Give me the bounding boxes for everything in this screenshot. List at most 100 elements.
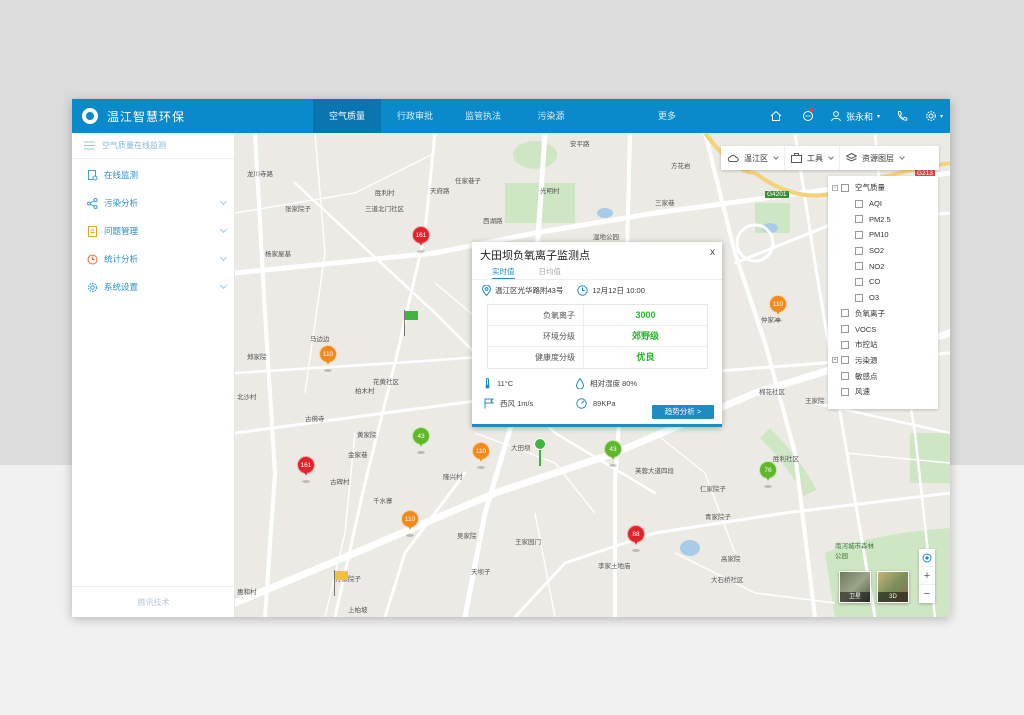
aqi-marker[interactable]: 110 [401, 510, 419, 538]
site-flag[interactable] [332, 570, 348, 598]
nav-pollution-source[interactable]: 污染源 [517, 99, 585, 133]
satellite-view-button[interactable]: 卫星 [839, 571, 871, 603]
layer-label: SO2 [869, 246, 885, 256]
map-label: 胜利村 [375, 190, 395, 197]
layer-item[interactable]: 市控站 [832, 337, 938, 353]
zoom-out-button[interactable]: − [919, 585, 935, 603]
layer-item[interactable]: 负氧离子 [832, 306, 938, 322]
layer-item[interactable]: 敏感点 [832, 368, 938, 384]
sidebar-item-pollution-analysis[interactable]: 污染分析 [72, 189, 234, 217]
sidebar-item-label: 统计分析 [104, 254, 139, 264]
site-flag[interactable] [402, 310, 418, 338]
sidebar: 空气质量在线监测 在线监测 污染分析 问题管理 统计分析 系统设置 腾讯技术 [72, 133, 235, 617]
layer-item[interactable]: + 污染源 [832, 353, 938, 369]
wind: 西风 1m/s [484, 398, 576, 409]
sidebar-header[interactable]: 空气质量在线监测 [72, 133, 234, 159]
district-select[interactable]: 温江区 [721, 146, 785, 170]
map-label: 千水寨 [373, 498, 393, 505]
map-label: 惠和村 [237, 589, 257, 596]
map-label: 棉花社区 [759, 389, 785, 396]
sidebar-item-issue-management[interactable]: 问题管理 [72, 217, 234, 245]
settings-button[interactable]: ▾ [918, 99, 950, 133]
checkbox[interactable] [855, 246, 863, 255]
layer-item[interactable]: 风速 [832, 384, 938, 400]
sidebar-header-label: 空气质量在线监测 [102, 141, 166, 150]
checkbox[interactable] [855, 199, 863, 208]
tab-daily-average[interactable]: 日均值 [539, 264, 562, 279]
checkbox[interactable] [841, 325, 849, 334]
map-label: 马边边 [310, 336, 330, 343]
metric-value: 郊野级 [631, 331, 659, 341]
checkbox[interactable] [855, 293, 863, 302]
layer-item[interactable]: NO2 [832, 258, 938, 274]
monitor-icon [86, 169, 98, 181]
layer-item[interactable]: PM2.5 [832, 211, 938, 227]
main-nav: 空气质量 行政审批 监管执法 污染源 更多 [307, 99, 701, 133]
selected-station-pin[interactable] [533, 438, 547, 468]
checkbox[interactable] [841, 387, 849, 396]
checkbox[interactable] [841, 309, 849, 318]
layer-item[interactable]: CO [832, 274, 938, 290]
map-label: 西湖路 [483, 218, 503, 225]
layer-label: O3 [869, 293, 880, 303]
aqi-marker[interactable]: 43 [412, 427, 430, 455]
station-popup: 大田坝负氧离子监测点 x 实时值 日均值 温江区光华路附43号 12月12日 1… [472, 242, 722, 427]
aqi-marker[interactable]: 161 [297, 456, 315, 484]
aqi-marker[interactable]: 43 [604, 440, 622, 468]
sidebar-item-label: 在线监测 [104, 170, 139, 180]
locate-button[interactable] [919, 549, 935, 567]
brand[interactable]: 温江智慧环保 [72, 108, 307, 125]
aqi-marker[interactable]: 88 [627, 525, 645, 553]
nav-more[interactable]: 更多 [633, 99, 701, 133]
aqi-marker[interactable]: 110 [769, 295, 787, 323]
checkbox[interactable] [855, 277, 863, 286]
nav-admin-approval[interactable]: 行政审批 [381, 99, 449, 133]
layer-item[interactable]: − 空气质量 [832, 180, 938, 196]
aqi-marker[interactable]: 110 [319, 345, 337, 373]
popup-tabs: 实时值 日均值 [472, 264, 722, 280]
checkbox[interactable] [841, 340, 849, 349]
checkbox[interactable] [841, 183, 849, 192]
nav-law-enforcement[interactable]: 监管执法 [449, 99, 517, 133]
layer-item[interactable]: VOCS [832, 321, 938, 337]
temperature-value: 11°C [497, 378, 514, 388]
humidity: 相对湿度 80% [576, 377, 668, 389]
layer-label: 空气质量 [855, 183, 885, 193]
aqi-marker[interactable]: 76 [759, 461, 777, 489]
collapse-toggle-icon[interactable]: − [832, 184, 838, 191]
expand-toggle-icon[interactable]: + [832, 357, 838, 364]
aqi-marker[interactable]: 110 [472, 442, 490, 470]
trend-analysis-button[interactable]: 趋势分析 > [652, 405, 714, 419]
popup-title: 大田坝负氧离子监测点 [480, 250, 590, 262]
tools-menu[interactable]: 工具 [785, 146, 840, 170]
tab-realtime[interactable]: 实时值 [492, 264, 515, 279]
map-label: 天府路 [430, 188, 450, 195]
home-icon [770, 110, 782, 121]
map-canvas[interactable]: 龙川寺路 胜利村 任家巷子 光明村 安平路 天府路 三道北门社区 张家院子 西湖… [235, 133, 950, 617]
phone-button[interactable] [886, 99, 918, 133]
sidebar-item-label: 污染分析 [104, 198, 139, 208]
home-button[interactable] [760, 99, 792, 133]
checkbox[interactable] [841, 372, 849, 381]
3d-view-button[interactable]: 3D [877, 571, 909, 603]
checkbox[interactable] [855, 230, 863, 239]
sidebar-item-system-settings[interactable]: 系统设置 [72, 273, 234, 301]
nav-air-quality[interactable]: 空气质量 [313, 99, 381, 133]
layer-item[interactable]: SO2 [832, 243, 938, 259]
layer-item[interactable]: O3 [832, 290, 938, 306]
map-label: 三道北门社区 [365, 206, 404, 213]
layer-item[interactable]: AQI [832, 196, 938, 212]
zoom-in-button[interactable]: + [919, 567, 935, 585]
sidebar-item-statistics[interactable]: 统计分析 [72, 245, 234, 273]
layers-menu[interactable]: 资源图层 [840, 146, 910, 170]
checkbox[interactable] [855, 215, 863, 224]
chevron-down-icon [219, 281, 228, 290]
layer-item[interactable]: PM10 [832, 227, 938, 243]
sidebar-item-online-monitoring[interactable]: 在线监测 [72, 161, 234, 189]
message-button[interactable] [792, 99, 824, 133]
aqi-marker[interactable]: 161 [412, 226, 430, 254]
checkbox[interactable] [855, 262, 863, 271]
user-menu[interactable]: 张永和 ▾ [824, 99, 886, 133]
close-button[interactable]: x [710, 247, 715, 258]
checkbox[interactable] [841, 356, 849, 365]
